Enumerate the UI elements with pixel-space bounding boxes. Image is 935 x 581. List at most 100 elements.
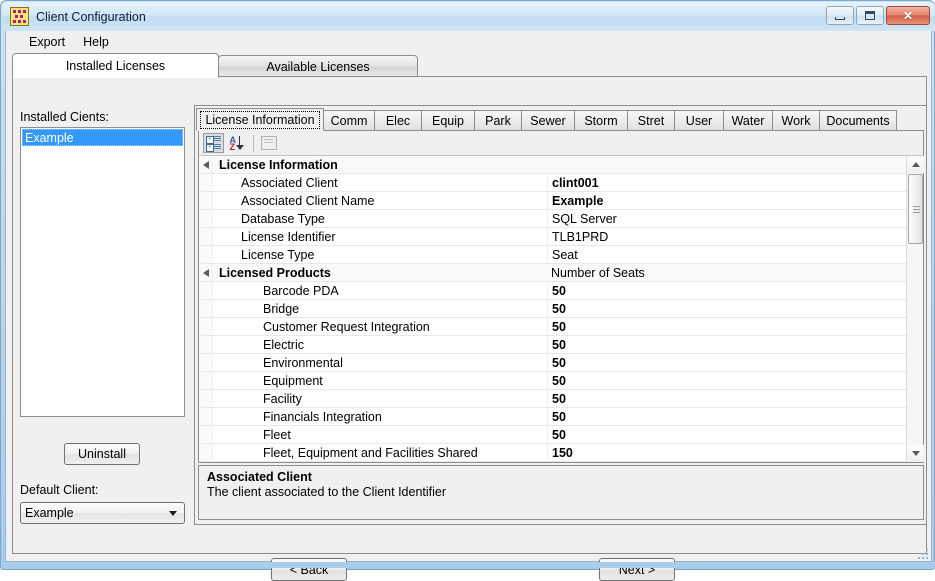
property-value[interactable] bbox=[547, 156, 906, 173]
property-row[interactable]: Equipment50 bbox=[199, 372, 906, 390]
outer-tab-strip: Installed Licenses Available Licenses bbox=[12, 53, 927, 77]
inner-tab-stret[interactable]: Stret bbox=[627, 110, 675, 130]
inner-tab-documents[interactable]: Documents bbox=[819, 110, 897, 130]
property-value[interactable]: Number of Seats bbox=[547, 264, 906, 281]
property-row[interactable]: Fleet, Equipment and Facilities Shared15… bbox=[199, 444, 906, 462]
tab-available-licenses[interactable]: Available Licenses bbox=[218, 55, 418, 77]
property-row[interactable]: Bridge50 bbox=[199, 300, 906, 318]
property-row[interactable]: Barcode PDA50 bbox=[199, 282, 906, 300]
property-row[interactable]: Associated Client NameExample bbox=[199, 192, 906, 210]
sort-alphabetical-icon: AZ bbox=[229, 135, 245, 151]
inner-tab-park[interactable]: Park bbox=[474, 110, 522, 130]
property-name: Facility bbox=[213, 392, 547, 406]
inner-tab-elec[interactable]: Elec bbox=[374, 110, 422, 130]
installed-clients-list[interactable]: Example bbox=[20, 127, 185, 417]
resize-grip[interactable] bbox=[918, 549, 930, 561]
categorized-view-icon: + + bbox=[206, 136, 221, 150]
row-gutter bbox=[199, 444, 213, 461]
property-row[interactable]: Electric50 bbox=[199, 336, 906, 354]
property-row[interactable]: Facility50 bbox=[199, 390, 906, 408]
minimize-button[interactable] bbox=[826, 6, 854, 25]
inner-tab-equip[interactable]: Equip bbox=[421, 110, 475, 130]
list-item-label: Example bbox=[25, 131, 74, 145]
expander-icon[interactable] bbox=[203, 161, 209, 169]
scroll-up-button[interactable] bbox=[907, 156, 924, 173]
inner-tab-user[interactable]: User bbox=[674, 110, 724, 130]
property-value[interactable]: Example bbox=[547, 192, 906, 209]
property-category-row[interactable]: Licensed ProductsNumber of Seats bbox=[199, 264, 906, 282]
row-gutter bbox=[199, 390, 213, 407]
property-value[interactable]: 50 bbox=[547, 354, 906, 371]
scroll-down-button[interactable] bbox=[907, 445, 924, 462]
property-row[interactable]: Financials Integration50 bbox=[199, 408, 906, 426]
list-item[interactable]: Example bbox=[22, 129, 183, 146]
tab-installed-licenses[interactable]: Installed Licenses bbox=[12, 53, 219, 78]
property-grid-rows: License InformationAssociated Clientclin… bbox=[199, 156, 906, 462]
close-button[interactable]: ✕ bbox=[886, 6, 930, 25]
inner-tab-label: License Information bbox=[201, 112, 318, 128]
property-grid: + + AZ License I bbox=[198, 130, 924, 463]
property-value[interactable]: 50 bbox=[547, 372, 906, 389]
property-name: Fleet, Equipment and Facilities Shared bbox=[213, 446, 547, 460]
property-value[interactable]: 50 bbox=[547, 282, 906, 299]
property-value[interactable]: 50 bbox=[547, 300, 906, 317]
row-gutter bbox=[199, 192, 213, 209]
property-value[interactable]: Seat bbox=[547, 246, 906, 263]
window-title: Client Configuration bbox=[36, 10, 146, 24]
default-client-dropdown[interactable]: Example bbox=[20, 502, 185, 524]
property-row[interactable]: Customer Request Integration50 bbox=[199, 318, 906, 336]
minimize-icon bbox=[835, 17, 845, 20]
property-value[interactable]: 50 bbox=[547, 408, 906, 425]
inner-tab-license-information[interactable]: License Information bbox=[196, 108, 324, 131]
expander-icon[interactable] bbox=[203, 269, 209, 277]
categorized-view-button[interactable]: + + bbox=[203, 133, 224, 153]
property-value[interactable]: 50 bbox=[547, 336, 906, 353]
property-row[interactable]: Database TypeSQL Server bbox=[199, 210, 906, 228]
property-description-pane: Associated Client The client associated … bbox=[198, 465, 924, 520]
property-name: Fleet bbox=[213, 428, 547, 442]
inner-tab-label: Storm bbox=[584, 114, 617, 128]
menu-item-help[interactable]: Help bbox=[74, 33, 118, 52]
property-row[interactable]: License IdentifierTLB1PRD bbox=[199, 228, 906, 246]
property-row[interactable]: Associated Clientclint001 bbox=[199, 174, 906, 192]
uninstall-button-label: Uninstall bbox=[78, 447, 126, 461]
uninstall-button[interactable]: Uninstall bbox=[64, 443, 140, 465]
row-gutter bbox=[199, 318, 213, 335]
row-gutter bbox=[199, 228, 213, 245]
property-name: License Type bbox=[213, 248, 547, 262]
property-value[interactable]: SQL Server bbox=[547, 210, 906, 227]
default-client-label: Default Client: bbox=[20, 483, 99, 497]
property-row[interactable]: License TypeSeat bbox=[199, 246, 906, 264]
property-value[interactable]: TLB1PRD bbox=[547, 228, 906, 245]
property-value[interactable]: 50 bbox=[547, 390, 906, 407]
maximize-button[interactable] bbox=[856, 6, 884, 25]
inner-tab-storm[interactable]: Storm bbox=[574, 110, 628, 130]
alphabetical-sort-button[interactable]: AZ bbox=[226, 133, 247, 153]
scrollbar-thumb[interactable] bbox=[908, 174, 923, 244]
property-value[interactable]: 150 bbox=[547, 444, 906, 461]
property-grid-viewport: License InformationAssociated Clientclin… bbox=[199, 156, 923, 462]
inner-tab-work[interactable]: Work bbox=[772, 110, 820, 130]
property-value[interactable]: 50 bbox=[547, 426, 906, 443]
property-name: Customer Request Integration bbox=[213, 320, 547, 334]
property-grid-scrollbar[interactable] bbox=[906, 156, 923, 462]
property-name: Licensed Products bbox=[213, 266, 547, 280]
property-name: Financials Integration bbox=[213, 410, 547, 424]
menu-item-export[interactable]: Export bbox=[20, 33, 74, 52]
inner-tab-comm[interactable]: Comm bbox=[323, 110, 375, 130]
application-window: Client Configuration ✕ Export Help Insta… bbox=[0, 0, 935, 570]
property-row[interactable]: Fleet50 bbox=[199, 426, 906, 444]
property-category-row[interactable]: License Information bbox=[199, 156, 906, 174]
property-value[interactable]: clint001 bbox=[547, 174, 906, 191]
tab-available-licenses-label: Available Licenses bbox=[266, 60, 369, 74]
property-name: Barcode PDA bbox=[213, 284, 547, 298]
inner-tab-label: Sewer bbox=[530, 114, 565, 128]
property-value[interactable]: 50 bbox=[547, 318, 906, 335]
row-gutter bbox=[199, 282, 213, 299]
property-name: Equipment bbox=[213, 374, 547, 388]
inner-tab-sewer[interactable]: Sewer bbox=[521, 110, 575, 130]
inner-tab-water[interactable]: Water bbox=[723, 110, 773, 130]
property-row[interactable]: Environmental50 bbox=[199, 354, 906, 372]
row-gutter bbox=[199, 336, 213, 353]
row-gutter bbox=[199, 372, 213, 389]
